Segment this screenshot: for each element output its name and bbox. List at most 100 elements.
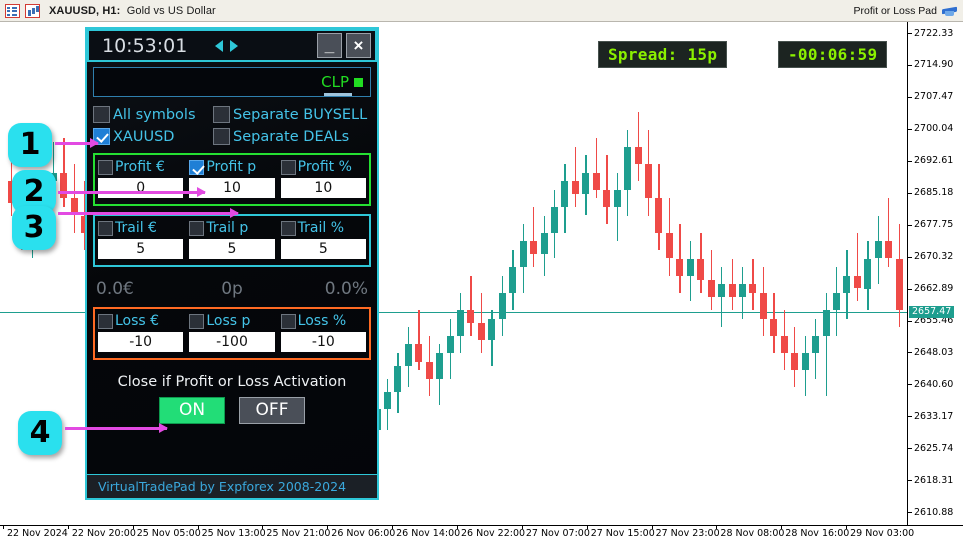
loss-group: Loss € -10 Loss p -100 Loss %: [93, 307, 371, 360]
chart-instrument-name: Gold vs US Dollar: [127, 5, 216, 17]
checkbox-all-symbols[interactable]: All symbols: [93, 106, 213, 123]
checkbox-profit-points[interactable]: [189, 160, 204, 175]
time-axis-tick: 28 Nov 16:00: [781, 528, 849, 539]
graduation-cap-icon: [942, 5, 957, 17]
candle-countdown-badge: -00:06:59: [778, 41, 887, 68]
panel-window-buttons: _ ×: [317, 33, 371, 58]
current-result-row: 0.0€ 0p 0.0%: [93, 279, 371, 299]
time-axis-tick: 27 Nov 07:00: [522, 528, 590, 539]
loss-points-input[interactable]: -100: [189, 332, 274, 352]
triangle-right-icon[interactable]: [230, 40, 238, 52]
price-axis-tick: 2633.17: [908, 412, 953, 422]
price-axis[interactable]: 2722.332714.902707.472700.042692.612685.…: [908, 22, 963, 525]
result-points: 0p: [188, 279, 277, 299]
checkbox-separate-buysell[interactable]: Separate BUYSELL: [213, 106, 371, 123]
trail-percent-label: Trail %: [298, 220, 344, 236]
loss-percent-label: Loss %: [298, 313, 346, 329]
time-axis-tick: 25 Nov 13:00: [198, 528, 266, 539]
activation-off-button[interactable]: OFF: [239, 397, 305, 424]
activation-on-button[interactable]: ON: [159, 397, 225, 424]
profit-euro-input[interactable]: 0: [98, 178, 183, 198]
panel-clock: 10:53:01: [93, 35, 187, 57]
terminal-toolbar: XAUUSD, H1: Gold vs US Dollar Profit or …: [0, 0, 963, 22]
trail-euro-input[interactable]: 5: [98, 239, 183, 259]
triangle-left-icon[interactable]: [215, 40, 223, 52]
checkbox-box[interactable]: [213, 106, 230, 123]
time-axis-tick: 26 Nov 06:00: [327, 528, 395, 539]
price-axis-tick: 2670.32: [908, 252, 953, 262]
time-axis-tick: 26 Nov 22:00: [457, 528, 525, 539]
price-axis-tick: 2714.90: [908, 60, 953, 70]
loss-percent-cell: Loss % -10: [281, 313, 366, 352]
checkbox-profit-euro[interactable]: [98, 160, 113, 175]
indicator-label-group: Profit or Loss Pad: [854, 5, 963, 17]
profit-euro-label: Profit €: [115, 159, 165, 175]
checkbox-separate-deals[interactable]: Separate DEALs: [213, 128, 371, 145]
checkbox-trail-points[interactable]: [189, 221, 204, 236]
checkbox-label: All symbols: [113, 107, 196, 123]
time-axis-tick: 27 Nov 23:00: [652, 528, 720, 539]
price-axis-tick: 2625.74: [908, 444, 953, 454]
clp-underline: [324, 93, 352, 96]
checkbox-label: Separate BUYSELL: [233, 107, 367, 123]
callout-arrow-3: [58, 212, 238, 215]
time-axis-tick: 25 Nov 05:00: [133, 528, 201, 539]
trail-points-label: Trail p: [206, 220, 248, 236]
trail-euro-label: Trail €: [115, 220, 157, 236]
checkbox-loss-euro[interactable]: [98, 314, 113, 329]
checkbox-trail-euro[interactable]: [98, 221, 113, 236]
checkbox-trail-percent[interactable]: [281, 221, 296, 236]
profit-or-loss-pad-label: Profit or Loss Pad: [854, 5, 937, 17]
checkbox-profit-percent[interactable]: [281, 160, 296, 175]
trail-euro-cell: Trail € 5: [98, 220, 183, 259]
clp-label: CLP: [321, 73, 349, 91]
profit-percent-input[interactable]: 10: [281, 178, 366, 198]
time-axis[interactable]: 22 Nov 202422 Nov 20:0025 Nov 05:0025 No…: [0, 525, 963, 547]
trail-percent-cell: Trail % 5: [281, 220, 366, 259]
price-axis-tick: 2677.75: [908, 220, 953, 230]
bar-chart-icon[interactable]: [25, 4, 40, 18]
checkbox-box[interactable]: [93, 106, 110, 123]
price-axis-tick: 2692.61: [908, 156, 953, 166]
callout-badge-1: 1: [8, 123, 52, 167]
trail-group: Trail € 5 Trail p 5 Trail % 5: [93, 214, 371, 267]
trading-terminal-window: XAUUSD, H1: Gold vs US Dollar Profit or …: [0, 0, 963, 547]
checkbox-xauusd[interactable]: XAUUSD: [93, 128, 213, 145]
loss-euro-label: Loss €: [115, 313, 159, 329]
loss-euro-input[interactable]: -10: [98, 332, 183, 352]
list-view-icon[interactable]: [5, 4, 20, 18]
time-axis-tick: 25 Nov 21:00: [262, 528, 330, 539]
result-percent: 0.0%: [282, 279, 371, 299]
time-axis-tick: 22 Nov 20:00: [68, 528, 136, 539]
price-axis-tick: 2610.88: [908, 508, 953, 518]
price-axis-tick: 2722.33: [908, 29, 953, 39]
activation-title: Close if Profit or Loss Activation: [87, 374, 377, 390]
trail-points-input[interactable]: 5: [189, 239, 274, 259]
close-button[interactable]: ×: [346, 33, 371, 58]
price-axis-tick: 2648.03: [908, 348, 953, 358]
symbol-filter-checkbox-grid: All symbols Separate BUYSELL XAUUSD Sepa…: [93, 106, 371, 145]
time-axis-tick: 28 Nov 08:00: [716, 528, 784, 539]
clp-status-row[interactable]: CLP: [93, 67, 371, 97]
time-axis-tick: 27 Nov 15:00: [587, 528, 655, 539]
price-axis-tick: 2618.31: [908, 476, 953, 486]
loss-points-label: Loss p: [206, 313, 250, 329]
callout-arrow-1: [55, 142, 98, 145]
price-axis-tick: 2685.18: [908, 188, 953, 198]
clp-status-indicator: [354, 78, 363, 87]
checkbox-box[interactable]: [213, 128, 230, 145]
price-axis-tick: 2700.04: [908, 124, 953, 134]
callout-badge-3: 3: [12, 206, 56, 250]
checkbox-loss-points[interactable]: [189, 314, 204, 329]
trail-percent-input[interactable]: 5: [281, 239, 366, 259]
panel-nav-group: [215, 40, 238, 52]
loss-percent-input[interactable]: -10: [281, 332, 366, 352]
price-axis-tick: 2640.60: [908, 380, 953, 390]
spread-badge: Spread: 15p: [598, 41, 727, 68]
loss-euro-cell: Loss € -10: [98, 313, 183, 352]
callout-badge-4: 4: [18, 411, 62, 455]
result-money: 0.0€: [93, 279, 182, 299]
checkbox-loss-percent[interactable]: [281, 314, 296, 329]
toolbar-icon-group: [0, 4, 40, 18]
minimize-button[interactable]: _: [317, 33, 342, 58]
